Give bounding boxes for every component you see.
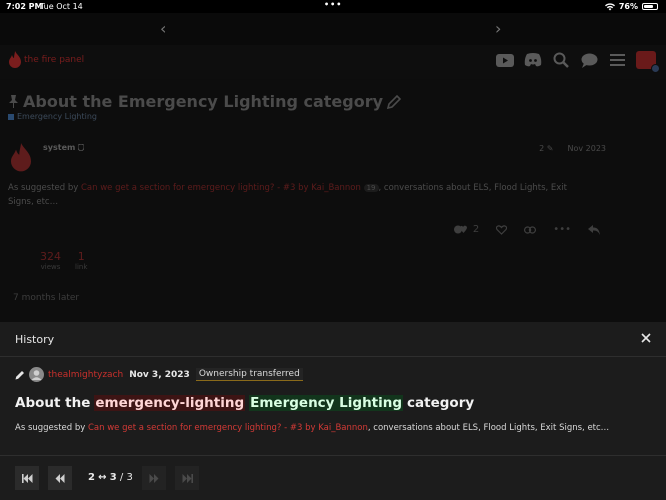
links-stat[interactable]: 1 link <box>75 250 87 271</box>
diff-title-prefix: About the <box>15 395 91 411</box>
status-date: Tue Oct 14 <box>40 2 83 11</box>
heart-icon[interactable] <box>496 224 508 235</box>
chat-icon[interactable] <box>580 51 598 69</box>
shield-icon <box>78 144 85 151</box>
flame-avatar-icon <box>11 143 31 172</box>
modal-header: History <box>0 322 666 357</box>
revision-to: 3 <box>109 472 117 483</box>
link-click-badge: 19 <box>363 184 379 192</box>
post-body-text: As suggested by <box>8 183 81 193</box>
reply-icon[interactable] <box>588 224 600 235</box>
menu-icon[interactable] <box>608 51 626 69</box>
more-icon[interactable]: ••• <box>553 224 571 235</box>
diff-title-suffix: category <box>407 395 475 411</box>
next-icon <box>149 473 159 483</box>
prev-icon <box>55 473 65 483</box>
discord-icon[interactable] <box>524 51 542 69</box>
time-gap: 7 months later <box>13 293 80 303</box>
last-icon <box>182 473 193 483</box>
revision-count: 2 ↔ 3 / 3 <box>88 472 133 483</box>
edit-count: 2 <box>539 144 545 153</box>
multitask-dots[interactable]: ••• <box>324 0 342 9</box>
flame-logo-icon <box>9 51 21 68</box>
links-count: 1 <box>77 250 85 263</box>
topic-title-row: About the Emergency Lighting category <box>8 92 402 111</box>
topic-stats: 324 views 1 link <box>40 250 87 271</box>
previous-revision-button[interactable] <box>48 466 72 490</box>
back-chevron-icon[interactable]: ‹ <box>160 19 166 38</box>
revision-navigation: 2 ↔ 3 / 3 <box>0 455 666 500</box>
diff-title: About the emergency-lighting Emergency L… <box>15 395 474 411</box>
post-meta: 2 ✎ Nov 2023 <box>539 144 606 153</box>
site-logo[interactable]: the fire panel <box>8 51 84 69</box>
post-actions: 2 ••• <box>453 224 600 235</box>
page-title: About the Emergency Lighting category <box>23 92 384 111</box>
edit-history-link[interactable]: 2 ✎ <box>539 144 553 153</box>
views-count: 324 <box>40 250 61 263</box>
first-revision-button[interactable] <box>15 466 39 490</box>
revision-from: 2 <box>88 472 95 483</box>
pencil-icon <box>15 370 24 379</box>
next-revision-button[interactable] <box>142 466 166 490</box>
views-stat: 324 views <box>40 250 61 271</box>
notification-dot <box>651 64 660 73</box>
post-body: As suggested by Can we get a section for… <box>8 181 608 209</box>
post-username: system <box>43 143 76 152</box>
pencil-icon[interactable] <box>387 94 402 109</box>
diff-title-deleted: emergency-lighting <box>94 395 246 411</box>
like-icon <box>453 225 467 234</box>
close-icon <box>641 333 651 343</box>
revision-date: Nov 3, 2023 <box>129 369 190 380</box>
views-label: views <box>40 263 61 271</box>
post-body-suffix: , conversations about ELS, Flood Lights,… <box>378 183 568 193</box>
revision-username[interactable]: thealmightyzach <box>48 370 123 380</box>
link-icon[interactable] <box>524 225 537 234</box>
diff-body-suffix: , conversations about ELS, Flood Lights,… <box>367 423 610 433</box>
site-header: the fire panel <box>0 45 666 79</box>
user-avatar-icon[interactable] <box>29 367 44 382</box>
history-modal: History thealmightyzach Nov 3, 2023 Owne… <box>0 322 666 500</box>
diff-body: As suggested by Can we get a section for… <box>15 423 609 433</box>
wifi-icon <box>604 2 615 10</box>
browser-nav: ‹ › <box>0 13 666 45</box>
category-badge[interactable]: Emergency Lighting <box>8 112 97 121</box>
post-date[interactable]: Nov 2023 <box>567 144 606 153</box>
status-bar: 7:02 PM Tue Oct 14 ••• 76% <box>0 0 666 13</box>
post-body-link[interactable]: Can we get a section for emergency light… <box>81 183 361 193</box>
battery-icon <box>642 3 658 10</box>
post-avatar[interactable] <box>8 143 34 177</box>
diff-title-inserted: Emergency Lighting <box>249 395 404 411</box>
like-button[interactable]: 2 <box>453 224 480 235</box>
user-avatar[interactable] <box>636 51 660 73</box>
edit-pencil-icon: ✎ <box>546 144 554 153</box>
like-count: 2 <box>472 224 480 235</box>
category-color-square <box>8 113 14 120</box>
pin-icon <box>9 95 18 108</box>
close-button[interactable] <box>638 330 654 346</box>
modal-title: History <box>15 333 55 346</box>
revision-info: thealmightyzach Nov 3, 2023 Ownership tr… <box>15 367 303 382</box>
links-label: link <box>75 263 88 271</box>
youtube-icon[interactable] <box>496 51 514 69</box>
status-time: 7:02 PM <box>6 2 43 11</box>
diff-body-prefix: As suggested by <box>15 423 88 433</box>
revision-total: / 3 <box>119 472 133 483</box>
site-name: the fire panel <box>24 55 85 65</box>
diff-body-link[interactable]: Can we get a section for emergency light… <box>88 423 368 433</box>
post-author[interactable]: system <box>43 143 85 152</box>
search-icon[interactable] <box>552 51 570 69</box>
last-revision-button[interactable] <box>175 466 199 490</box>
forward-chevron-icon[interactable]: › <box>495 19 501 38</box>
post-body-line2: Signs, etc… <box>8 197 59 207</box>
first-icon <box>21 473 32 483</box>
category-name: Emergency Lighting <box>17 112 97 121</box>
revision-arrow: ↔ <box>98 472 107 483</box>
revision-action: Ownership transferred <box>195 368 303 381</box>
battery-percent: 76% <box>618 2 638 11</box>
